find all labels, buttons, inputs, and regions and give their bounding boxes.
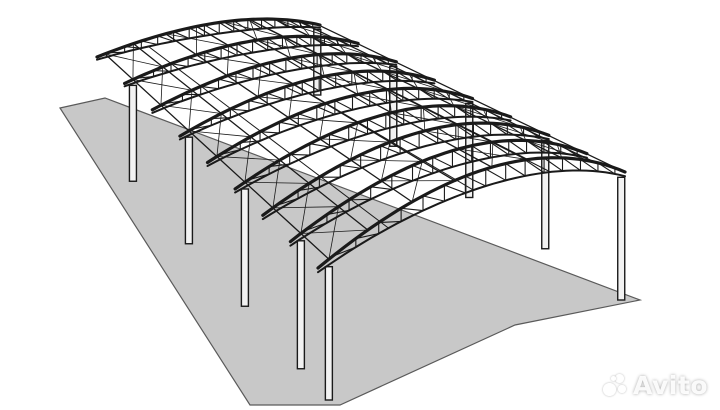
arch-truss-1-web — [173, 31, 190, 39]
arch-truss-8-web — [391, 174, 414, 182]
left-column-5 — [324, 266, 334, 401]
arch-truss-8-web — [432, 156, 453, 168]
arch-truss-9-web — [400, 207, 424, 212]
arch-truss-4-web — [318, 76, 337, 88]
arch-truss-5-web — [334, 100, 354, 111]
arch-truss-8-web — [411, 164, 434, 174]
canopy-drawing — [59, 17, 643, 406]
arch-truss-7-web — [399, 137, 420, 149]
arch-truss-7-web — [418, 131, 439, 144]
arch-truss-9-web — [443, 184, 466, 194]
avito-watermark: Avito — [603, 371, 708, 400]
left-column-1 — [128, 84, 138, 182]
canopy-render: Avito — [0, 0, 720, 410]
arch-truss-8-web — [348, 198, 372, 201]
left-column-2 — [184, 136, 194, 245]
roof-brace — [188, 89, 193, 132]
arch-truss-9-web — [505, 163, 526, 177]
arch-truss-5-web — [351, 95, 371, 107]
arch-truss-9-web — [485, 168, 507, 181]
roof-brace — [160, 66, 164, 106]
left-column-4 — [296, 240, 306, 370]
arch-truss-9-web — [422, 195, 445, 202]
arch-truss-6-web — [366, 118, 387, 130]
arch-truss-1-web — [140, 40, 159, 46]
arch-truss-2-web — [152, 70, 172, 72]
roof-brace — [491, 141, 494, 168]
watermark-text: Avito — [633, 371, 708, 400]
arch-truss-2-web — [236, 43, 254, 54]
right-column-5 — [617, 176, 626, 301]
arch-truss-8-web — [370, 186, 393, 190]
arch-truss-7-web — [360, 154, 382, 161]
left-column-3 — [240, 188, 250, 307]
arch-truss-7-web — [339, 164, 362, 169]
avito-dots-icon — [603, 373, 629, 398]
arch-truss-3-web — [269, 62, 287, 73]
arch-truss-6-web — [289, 153, 311, 156]
arch-truss-1-web — [107, 51, 126, 54]
arch-truss-1-web — [124, 46, 142, 49]
